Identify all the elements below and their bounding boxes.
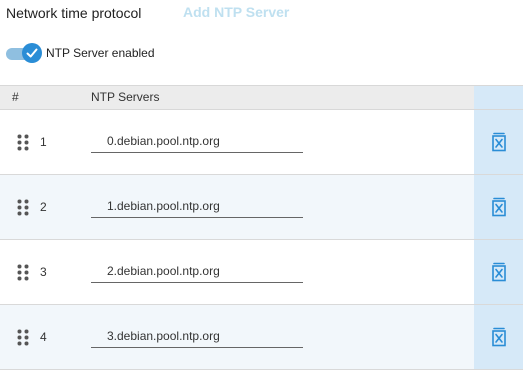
ntp-server-input[interactable] — [91, 324, 303, 348]
ntp-enabled-toggle-row: NTP Server enabled — [6, 42, 155, 64]
column-header-ntp-servers: NTP Servers — [91, 90, 160, 104]
delete-icon[interactable] — [488, 196, 510, 218]
drag-handle-icon[interactable] — [17, 199, 29, 216]
delete-icon[interactable] — [488, 326, 510, 348]
column-header-actions — [474, 86, 523, 109]
section-header: Network time protocol — [6, 4, 141, 22]
ntp-servers-table: # NTP Servers 1 0.debian.pool.ntp.org 2 … — [0, 85, 523, 370]
ntp-server-input[interactable] — [91, 259, 303, 283]
ntp-enabled-label: NTP Server enabled — [46, 46, 155, 60]
column-header-number: # — [12, 90, 19, 104]
table-row: 1 — [0, 110, 523, 175]
row-index: 2 — [40, 200, 47, 214]
delete-icon[interactable] — [488, 131, 510, 153]
checkmark-icon — [26, 48, 38, 58]
row-index: 1 — [40, 135, 47, 149]
table-row: 3 — [0, 240, 523, 305]
action-cell — [474, 240, 523, 304]
row-index: 3 — [40, 265, 47, 279]
ntp-server-input[interactable] — [91, 129, 303, 153]
table-row: 2 — [0, 175, 523, 240]
drag-handle-icon[interactable] — [17, 264, 29, 281]
drag-handle-icon[interactable] — [17, 329, 29, 346]
ntp-server-input[interactable] — [91, 194, 303, 218]
delete-icon[interactable] — [488, 261, 510, 283]
add-ntp-server-button[interactable]: Add NTP Server — [183, 4, 289, 20]
table-header: # NTP Servers — [0, 85, 523, 110]
drag-handle-icon[interactable] — [17, 134, 29, 151]
action-cell — [474, 175, 523, 239]
action-cell — [474, 305, 523, 369]
ntp-enabled-toggle[interactable] — [6, 42, 42, 64]
action-cell — [474, 110, 523, 174]
toggle-knob — [22, 43, 42, 63]
page-title: Network time protocol — [6, 5, 142, 21]
row-index: 4 — [40, 330, 47, 344]
table-row: 4 — [0, 305, 523, 370]
